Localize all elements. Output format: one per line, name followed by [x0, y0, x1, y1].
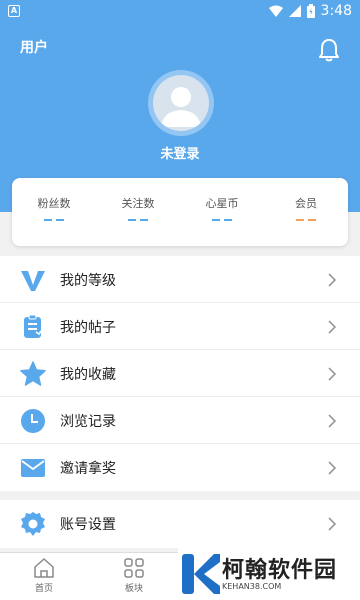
- stat-value: [128, 219, 148, 222]
- wifi-icon: [268, 5, 283, 17]
- stat-label: 粉丝数: [37, 197, 71, 210]
- menu-item-history[interactable]: 浏览记录: [0, 397, 360, 444]
- menu-item-account-settings[interactable]: 账号设置: [0, 500, 360, 547]
- stat-value: [44, 219, 64, 222]
- menu-item-label: 我的等级: [60, 273, 116, 289]
- menu-item-label: 账号设置: [60, 517, 116, 533]
- chevron-right-icon: [328, 461, 337, 475]
- bell-icon[interactable]: [318, 38, 340, 62]
- watermark-url: KEHAN38.COM: [222, 582, 282, 591]
- chevron-right-icon: [328, 367, 337, 381]
- chevron-right-icon: [328, 414, 337, 428]
- status-bar: A 3:48: [0, 0, 360, 22]
- watermark: 柯翰软件园 KEHAN38.COM: [178, 548, 360, 600]
- watermark-logo-icon: [182, 554, 220, 594]
- stat-label: 会员: [295, 197, 317, 210]
- gear-icon: [21, 512, 45, 536]
- clock-time: 3:48: [320, 3, 352, 19]
- avatar-image: [153, 75, 209, 131]
- chevron-right-icon: [328, 273, 337, 287]
- menu-item-label: 我的收藏: [60, 367, 116, 383]
- chevron-right-icon: [328, 320, 337, 334]
- chevron-right-icon: [328, 517, 337, 531]
- grid-icon: [124, 558, 144, 578]
- home-icon: [34, 558, 54, 578]
- menu-item-favorites[interactable]: 我的收藏: [0, 350, 360, 397]
- posts-icon: [24, 314, 43, 338]
- tab-label: 首页: [34, 584, 53, 594]
- notification-icon: A: [8, 5, 20, 17]
- menu-item-posts[interactable]: 我的帖子: [0, 303, 360, 350]
- stat-value: [212, 219, 232, 222]
- stat-value: [296, 219, 316, 222]
- menu-item-label: 浏览记录: [60, 414, 116, 430]
- page-title: 用户: [20, 40, 48, 56]
- menu-item-label: 我的帖子: [60, 320, 116, 336]
- battery-icon: [306, 4, 315, 18]
- clock-icon: [21, 409, 45, 433]
- stat-following[interactable]: 关注数: [96, 178, 180, 246]
- settings-list: 账号设置: [0, 500, 360, 548]
- user-silhouette-icon: [161, 87, 201, 127]
- tab-sections[interactable]: 板块: [114, 557, 154, 594]
- menu-item-label: 邀请拿奖: [60, 461, 116, 477]
- stat-coins[interactable]: 心星币: [180, 178, 264, 246]
- stat-member[interactable]: 会员: [264, 178, 348, 246]
- login-status[interactable]: 未登录: [0, 143, 360, 162]
- avatar[interactable]: [148, 70, 214, 136]
- vip-level-icon: [21, 271, 45, 291]
- stat-fans[interactable]: 粉丝数: [12, 178, 96, 246]
- tab-label: 板块: [124, 584, 143, 594]
- menu-item-level[interactable]: 我的等级: [0, 256, 360, 303]
- menu-item-invite[interactable]: 邀请拿奖: [0, 444, 360, 491]
- tab-home[interactable]: 首页: [24, 557, 64, 594]
- stat-label: 心星币: [205, 197, 239, 210]
- stats-card: 粉丝数 关注数 心星币 会员: [12, 178, 348, 246]
- watermark-text: 柯翰软件园: [222, 558, 338, 583]
- signal-icon: [288, 5, 301, 17]
- envelope-icon: [21, 459, 45, 477]
- menu-list: 我的等级 我的帖子 我的收藏 浏览记录 邀请拿奖: [0, 256, 360, 491]
- star-icon: [20, 361, 46, 386]
- stat-label: 关注数: [121, 197, 155, 210]
